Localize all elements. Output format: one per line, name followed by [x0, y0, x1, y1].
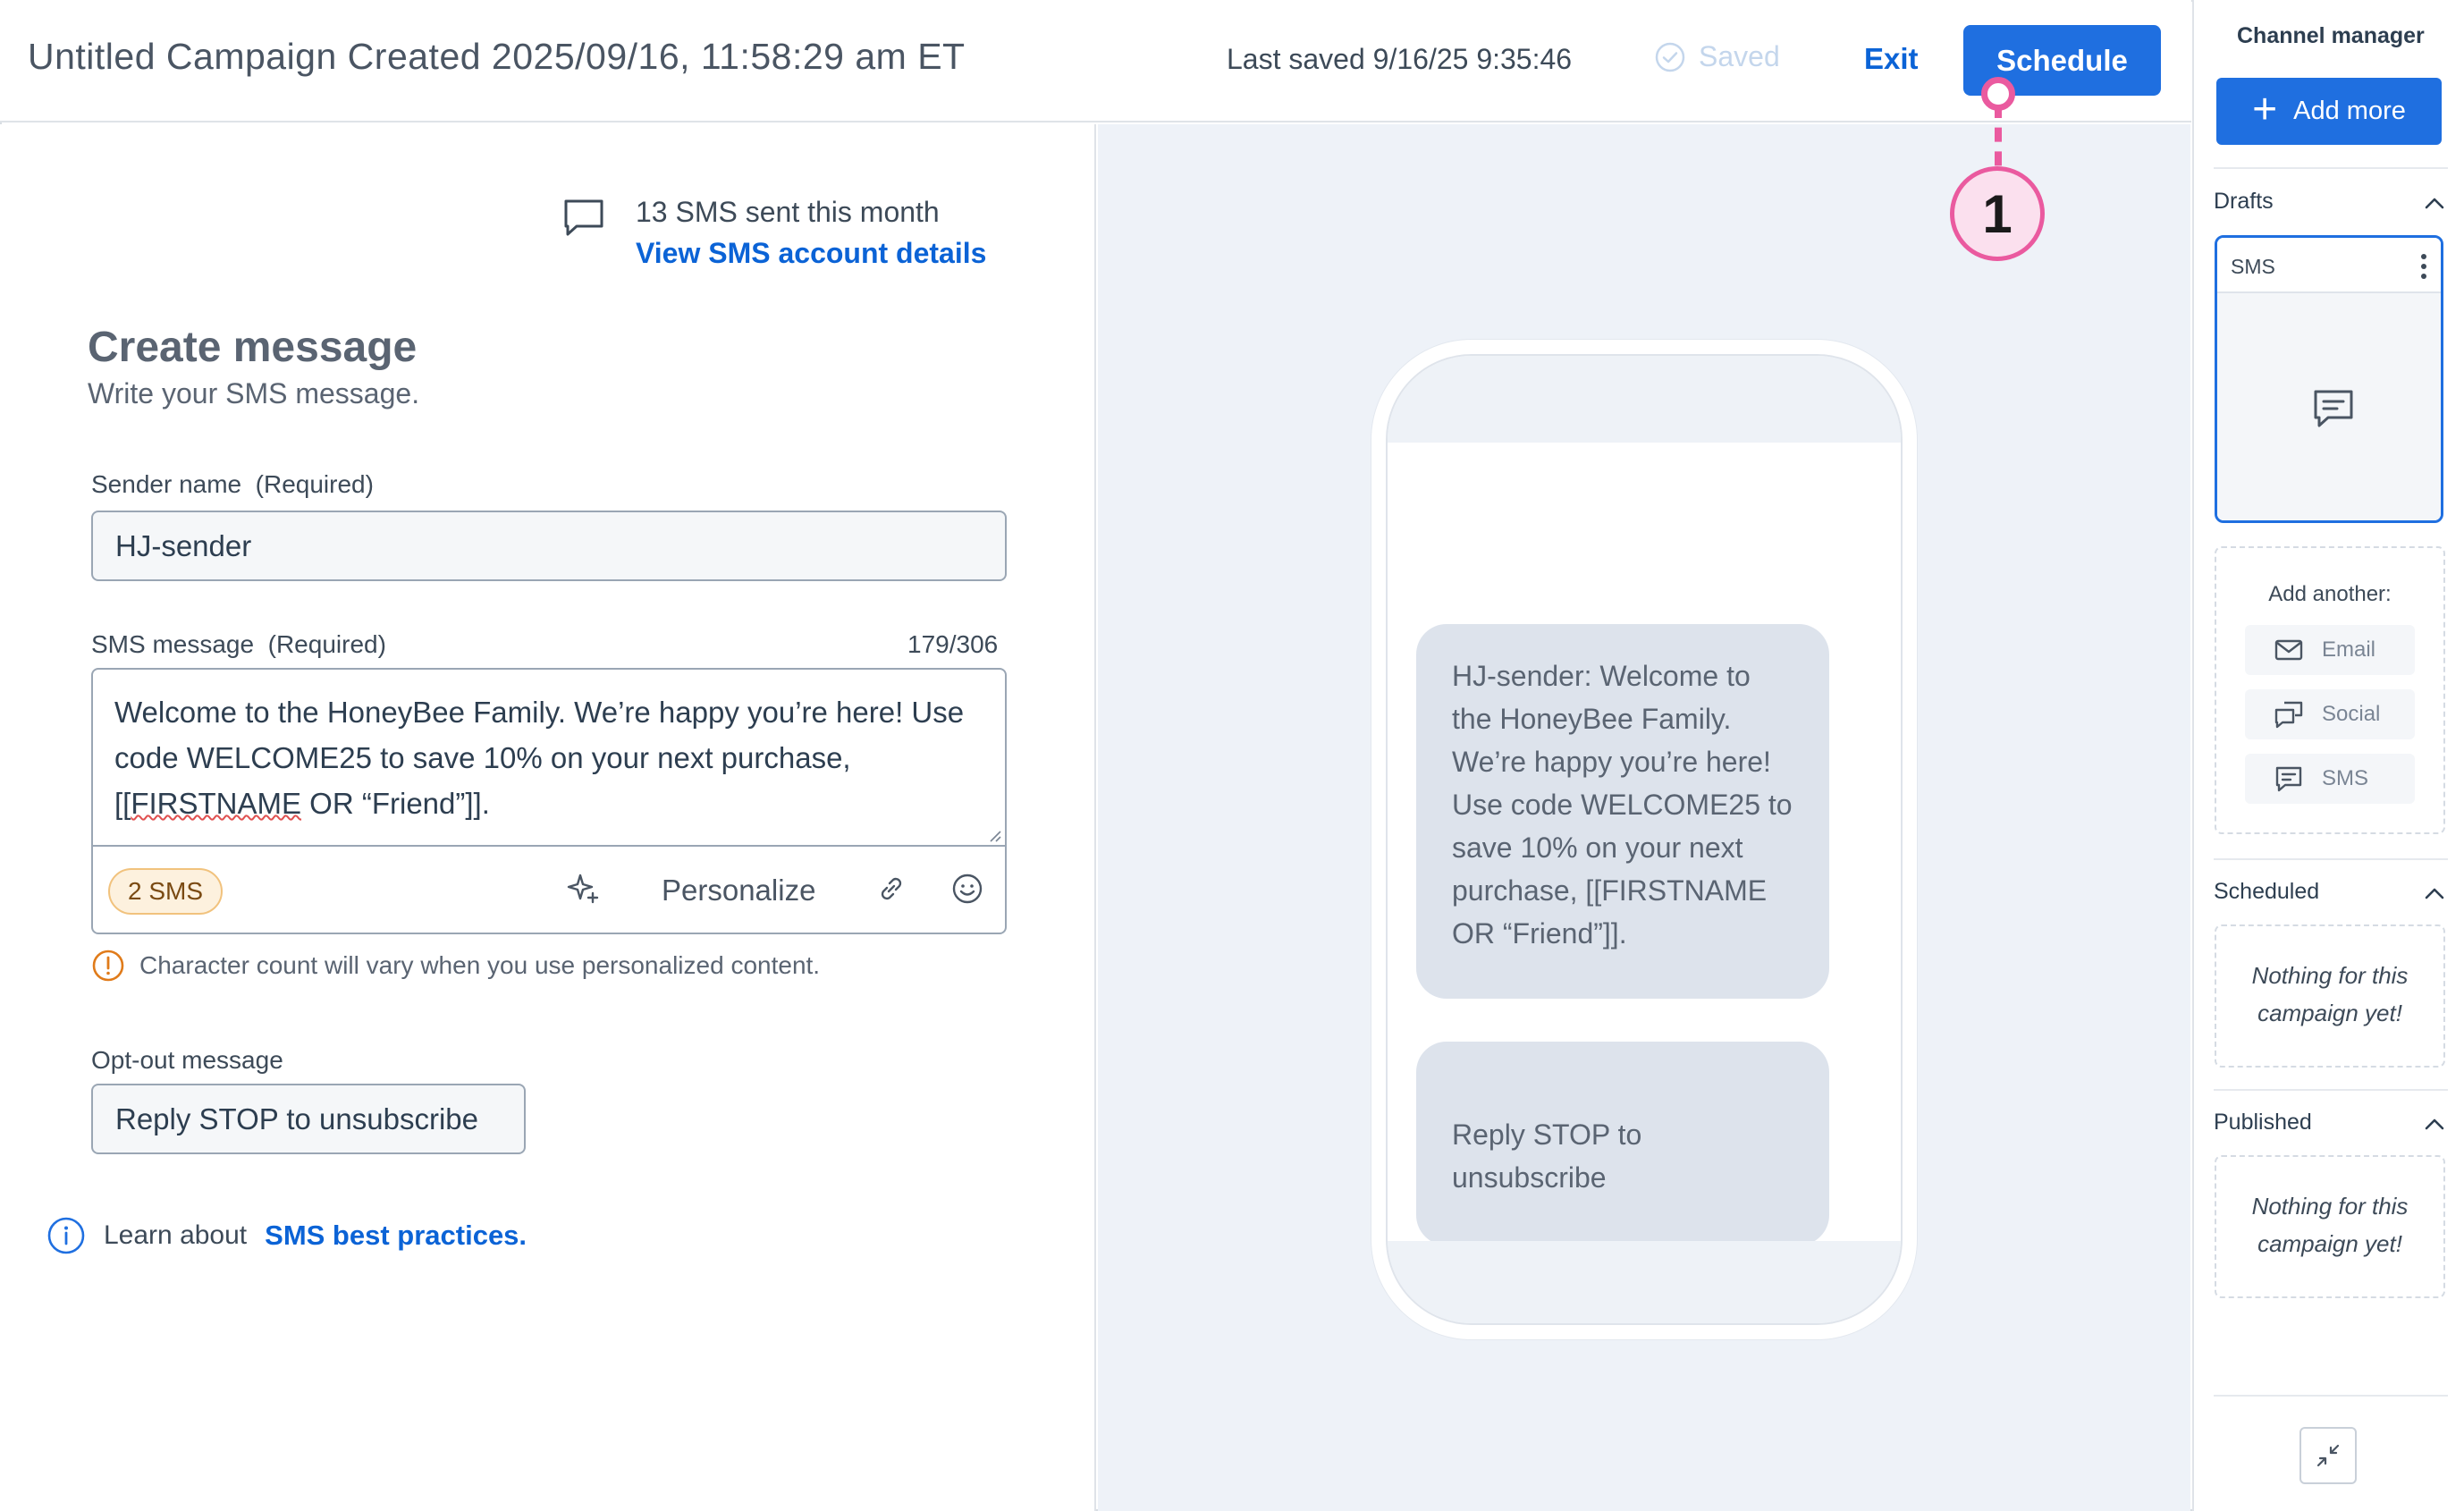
- page-subtitle: Write your SMS message.: [88, 377, 420, 409]
- message-text-part2: OR “Friend”]].: [301, 787, 490, 820]
- collapse-panel-button[interactable]: [2299, 1427, 2357, 1484]
- published-header[interactable]: Published: [2214, 1110, 2448, 1135]
- sms-toolbar: 2 SMS Personalize: [93, 847, 1005, 933]
- callout-number-badge: 1: [1950, 166, 2045, 261]
- add-email-button[interactable]: Email: [2245, 625, 2415, 675]
- divider: [2214, 167, 2448, 169]
- published-empty-box: Nothing for this campaign yet!: [2215, 1155, 2445, 1298]
- chat-bubble-icon: [564, 199, 603, 236]
- drafts-label: Drafts: [2214, 189, 2274, 214]
- check-circle-icon: [1655, 42, 1685, 72]
- draft-card-body: [2217, 293, 2441, 520]
- phone-preview-panel: HJ-sender: Welcome to the HoneyBee Famil…: [1098, 124, 2190, 1511]
- top-header: Untitled Campaign Created 2025/09/16, 11…: [0, 0, 2191, 122]
- last-saved-text: Last saved 9/16/25 9:35:46: [1227, 43, 1573, 75]
- resize-grip-icon[interactable]: [985, 826, 1001, 842]
- social-label: Social: [2322, 702, 2381, 726]
- sms-sent-count: 13 SMS sent this month: [636, 196, 940, 228]
- published-label: Published: [2214, 1110, 2312, 1135]
- phone-screen: HJ-sender: Welcome to the HoneyBee Famil…: [1386, 354, 1903, 1325]
- sms-best-practices-link[interactable]: SMS best practices.: [265, 1220, 527, 1252]
- message-label-text: SMS message: [91, 630, 255, 658]
- email-icon: [2274, 639, 2303, 661]
- sms-draft-card[interactable]: SMS: [2215, 235, 2443, 523]
- sms-icon: [2275, 766, 2302, 792]
- best-practices-row: Learn about SMS best practices.: [46, 1216, 527, 1255]
- divider: [2214, 1089, 2448, 1091]
- add-another-box: Add another: Email Social SMS: [2215, 546, 2445, 834]
- scheduled-empty-box: Nothing for this campaign yet!: [2215, 924, 2445, 1068]
- page-title: Create message: [88, 324, 418, 371]
- message-required-text: (Required): [267, 630, 386, 658]
- message-bubble: HJ-sender: Welcome to the HoneyBee Famil…: [1416, 624, 1829, 999]
- sender-required-text: (Required): [255, 470, 374, 498]
- social-icon: [2274, 701, 2303, 729]
- optout-bubble-text: Reply STOP to unsubscribe: [1452, 1118, 1642, 1194]
- chevron-up-icon[interactable]: [2421, 881, 2448, 907]
- emoji-icon[interactable]: [949, 870, 986, 907]
- info-icon: [47, 1217, 85, 1254]
- optout-label: Opt-out message: [91, 1046, 283, 1074]
- character-warning: Character count will vary when you use p…: [91, 949, 820, 983]
- kebab-menu-icon[interactable]: [2419, 252, 2428, 281]
- link-icon[interactable]: [873, 870, 910, 907]
- ai-sparkle-icon[interactable]: [564, 870, 602, 907]
- warning-circle-icon: [92, 950, 124, 982]
- draft-card-header: SMS: [2217, 238, 2441, 293]
- sms-message-icon: [2314, 390, 2353, 427]
- saved-status: Saved: [1654, 40, 1780, 73]
- drafts-header[interactable]: Drafts: [2214, 189, 2448, 215]
- add-sms-button[interactable]: SMS: [2245, 754, 2415, 804]
- sms-message-box: Welcome to the HoneyBee Family. We’re ha…: [91, 668, 1007, 934]
- plus-icon: +: [2252, 85, 2278, 133]
- add-another-label: Add another:: [2268, 582, 2392, 606]
- chevron-up-icon[interactable]: [2421, 1111, 2448, 1138]
- character-count: 179/306: [907, 630, 999, 658]
- callout-anchor-dot: [1981, 77, 2015, 111]
- channel-manager-sidebar: Channel manager + Add more Drafts SMS Ad…: [2192, 0, 2464, 1511]
- email-label: Email: [2322, 637, 2376, 662]
- best-practices-prefix: Learn about: [104, 1220, 248, 1250]
- scheduled-empty-text: Nothing for this campaign yet!: [2251, 962, 2409, 1026]
- add-more-label: Add more: [2293, 97, 2406, 125]
- phone-bottom-bar: [1388, 1241, 1901, 1323]
- add-social-button[interactable]: Social: [2245, 689, 2415, 739]
- message-editor-panel: 13 SMS sent this month View SMS account …: [0, 124, 1096, 1511]
- warning-text: Character count will vary when you use p…: [139, 951, 821, 979]
- add-more-button[interactable]: + Add more: [2216, 78, 2442, 145]
- phone-top-bar: [1388, 356, 1901, 443]
- channel-manager-title: Channel manager: [2237, 23, 2425, 48]
- chevron-up-icon[interactable]: [2421, 190, 2448, 217]
- saved-label: Saved: [1699, 40, 1780, 72]
- scheduled-header[interactable]: Scheduled: [2214, 879, 2448, 905]
- optout-bubble: Reply STOP to unsubscribe: [1416, 1042, 1829, 1245]
- sms-label: SMS: [2322, 766, 2369, 790]
- exit-button[interactable]: Exit: [1864, 42, 1919, 76]
- published-empty-text: Nothing for this campaign yet!: [2251, 1193, 2409, 1257]
- sms-segment-badge: 2 SMS: [108, 868, 224, 915]
- personalize-button[interactable]: Personalize: [662, 874, 815, 907]
- draft-card-label: SMS: [2231, 255, 2275, 278]
- scheduled-label: Scheduled: [2214, 879, 2320, 904]
- divider: [2214, 1395, 2448, 1397]
- sms-message-textarea[interactable]: Welcome to the HoneyBee Family. We’re ha…: [93, 670, 1005, 847]
- divider: [2214, 858, 2448, 860]
- sender-name-input[interactable]: HJ-sender: [91, 511, 1007, 581]
- collapse-arrows-icon: [2316, 1444, 2340, 1467]
- sender-name-label: Sender name (Required): [91, 470, 374, 499]
- optout-input[interactable]: Reply STOP to unsubscribe: [91, 1084, 526, 1154]
- sender-label-text: Sender name: [91, 470, 242, 498]
- sms-account-details-link[interactable]: View SMS account details: [636, 237, 986, 270]
- phone-mockup: HJ-sender: Welcome to the HoneyBee Famil…: [1371, 340, 1917, 1339]
- message-text-spellcheck: FIRSTNAME: [131, 787, 302, 820]
- sms-message-label: SMS message (Required): [91, 630, 386, 659]
- campaign-title[interactable]: Untitled Campaign Created 2025/09/16, 11…: [28, 36, 966, 78]
